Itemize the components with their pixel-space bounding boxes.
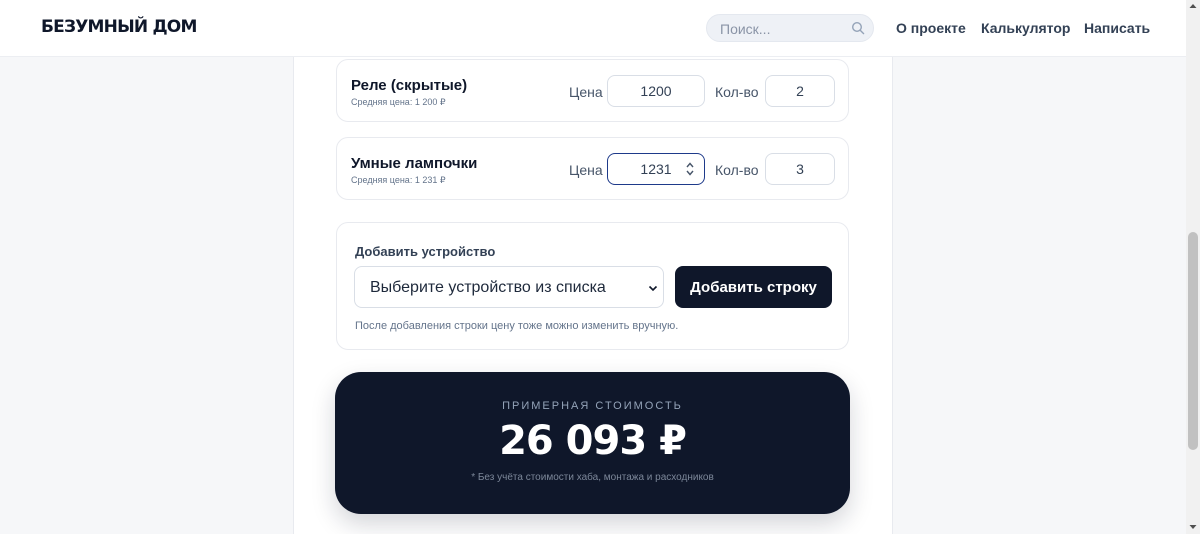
device-average-price: Средняя цена: 1 231 ₽ <box>351 175 446 185</box>
add-row-button[interactable]: Добавить строку <box>675 266 832 308</box>
device-average-price: Средняя цена: 1 200 ₽ <box>351 97 446 107</box>
price-label: Цена <box>569 162 603 178</box>
device-select[interactable]: Выберите устройство из списка <box>354 266 664 308</box>
site-header: БЕЗУМНЫЙ ДОМ О проекте Калькулятор Напис… <box>0 0 1186 57</box>
add-device-panel: Добавить устройство Выберите устройство … <box>336 222 849 350</box>
total-cost-label: ПРИМЕРНАЯ СТОИМОСТЬ <box>502 400 683 412</box>
nav-link-about[interactable]: О проекте <box>896 20 966 36</box>
scroll-down-icon[interactable] <box>1189 523 1197 531</box>
price-label: Цена <box>569 84 603 100</box>
search-box[interactable] <box>706 14 874 42</box>
search-icon[interactable] <box>851 21 865 35</box>
quantity-label: Кол-во <box>715 84 759 100</box>
scroll-up-icon[interactable] <box>1189 2 1197 10</box>
quantity-input[interactable] <box>765 153 835 185</box>
total-cost-note: * Без учёта стоимости хаба, монтажа и ра… <box>471 472 714 483</box>
quantity-input[interactable] <box>765 75 835 107</box>
nav-link-calculator[interactable]: Калькулятор <box>981 20 1070 36</box>
device-row: Умные лампочки Средняя цена: 1 231 ₽ Цен… <box>336 137 849 200</box>
scrollbar-thumb[interactable] <box>1188 232 1198 450</box>
device-row: Реле (скрытые) Средняя цена: 1 200 ₽ Цен… <box>336 59 849 122</box>
add-device-title: Добавить устройство <box>355 244 496 259</box>
add-device-hint: После добавления строки цену тоже можно … <box>355 320 679 332</box>
number-spinner-icon[interactable] <box>685 160 695 178</box>
quantity-label: Кол-во <box>715 162 759 178</box>
device-select-value: Выберите устройство из списка <box>370 279 606 296</box>
chevron-down-icon <box>648 285 658 292</box>
price-input[interactable] <box>607 75 705 107</box>
device-name: Умные лампочки <box>351 155 478 172</box>
total-cost-value: 26 093 ₽ <box>499 418 687 464</box>
total-cost-panel: ПРИМЕРНАЯ СТОИМОСТЬ 26 093 ₽ * Без учёта… <box>335 372 850 514</box>
page-scrollbar[interactable] <box>1186 0 1200 534</box>
nav-link-write[interactable]: Написать <box>1084 20 1150 36</box>
search-input[interactable] <box>720 20 840 38</box>
device-name: Реле (скрытые) <box>351 77 468 94</box>
site-logo[interactable]: БЕЗУМНЫЙ ДОМ <box>41 17 197 37</box>
